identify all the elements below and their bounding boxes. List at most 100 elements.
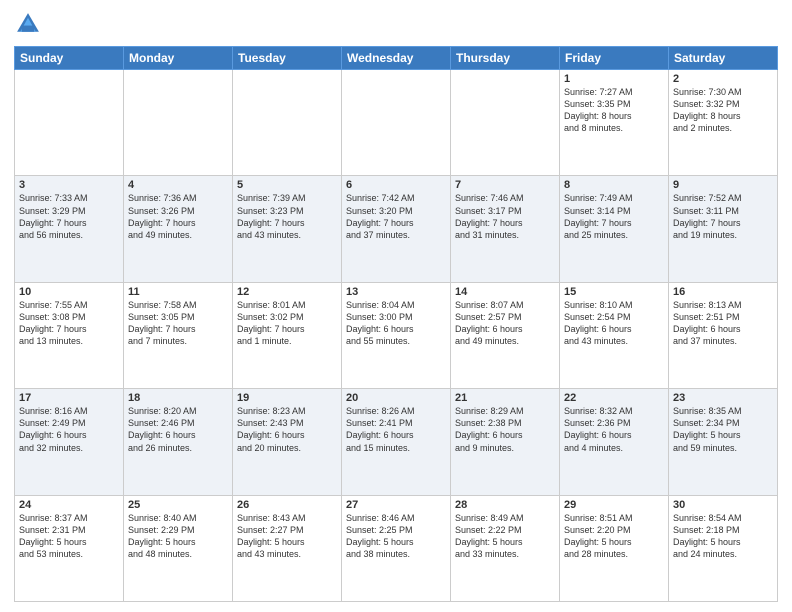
day-info: Sunrise: 8:20 AM Sunset: 2:46 PM Dayligh… xyxy=(128,405,228,454)
page: SundayMondayTuesdayWednesdayThursdayFrid… xyxy=(0,0,792,612)
calendar-cell-1-3: 6Sunrise: 7:42 AM Sunset: 3:20 PM Daylig… xyxy=(342,176,451,282)
day-number: 21 xyxy=(455,392,555,404)
day-info: Sunrise: 7:42 AM Sunset: 3:20 PM Dayligh… xyxy=(346,192,446,241)
calendar-row-4: 24Sunrise: 8:37 AM Sunset: 2:31 PM Dayli… xyxy=(15,495,778,601)
calendar-cell-0-2 xyxy=(233,70,342,176)
day-info: Sunrise: 8:54 AM Sunset: 2:18 PM Dayligh… xyxy=(673,512,773,561)
calendar-cell-4-3: 27Sunrise: 8:46 AM Sunset: 2:25 PM Dayli… xyxy=(342,495,451,601)
calendar-cell-4-1: 25Sunrise: 8:40 AM Sunset: 2:29 PM Dayli… xyxy=(124,495,233,601)
day-info: Sunrise: 8:43 AM Sunset: 2:27 PM Dayligh… xyxy=(237,512,337,561)
day-number: 15 xyxy=(564,286,664,298)
day-number: 30 xyxy=(673,499,773,511)
day-number: 17 xyxy=(19,392,119,404)
day-number: 7 xyxy=(455,179,555,191)
calendar-cell-1-4: 7Sunrise: 7:46 AM Sunset: 3:17 PM Daylig… xyxy=(451,176,560,282)
day-info: Sunrise: 7:33 AM Sunset: 3:29 PM Dayligh… xyxy=(19,192,119,241)
day-info: Sunrise: 8:49 AM Sunset: 2:22 PM Dayligh… xyxy=(455,512,555,561)
day-info: Sunrise: 7:55 AM Sunset: 3:08 PM Dayligh… xyxy=(19,299,119,348)
calendar-row-3: 17Sunrise: 8:16 AM Sunset: 2:49 PM Dayli… xyxy=(15,389,778,495)
weekday-header-friday: Friday xyxy=(560,47,669,70)
day-number: 27 xyxy=(346,499,446,511)
day-number: 4 xyxy=(128,179,228,191)
day-info: Sunrise: 8:37 AM Sunset: 2:31 PM Dayligh… xyxy=(19,512,119,561)
calendar-cell-4-4: 28Sunrise: 8:49 AM Sunset: 2:22 PM Dayli… xyxy=(451,495,560,601)
calendar-cell-1-5: 8Sunrise: 7:49 AM Sunset: 3:14 PM Daylig… xyxy=(560,176,669,282)
day-number: 19 xyxy=(237,392,337,404)
calendar-cell-2-3: 13Sunrise: 8:04 AM Sunset: 3:00 PM Dayli… xyxy=(342,282,451,388)
calendar-header-row: SundayMondayTuesdayWednesdayThursdayFrid… xyxy=(15,47,778,70)
weekday-header-saturday: Saturday xyxy=(669,47,778,70)
day-info: Sunrise: 8:16 AM Sunset: 2:49 PM Dayligh… xyxy=(19,405,119,454)
day-number: 14 xyxy=(455,286,555,298)
day-info: Sunrise: 8:10 AM Sunset: 2:54 PM Dayligh… xyxy=(564,299,664,348)
day-info: Sunrise: 8:04 AM Sunset: 3:00 PM Dayligh… xyxy=(346,299,446,348)
calendar-cell-4-6: 30Sunrise: 8:54 AM Sunset: 2:18 PM Dayli… xyxy=(669,495,778,601)
calendar-cell-4-5: 29Sunrise: 8:51 AM Sunset: 2:20 PM Dayli… xyxy=(560,495,669,601)
calendar-cell-2-2: 12Sunrise: 8:01 AM Sunset: 3:02 PM Dayli… xyxy=(233,282,342,388)
day-number: 12 xyxy=(237,286,337,298)
day-number: 23 xyxy=(673,392,773,404)
day-info: Sunrise: 8:51 AM Sunset: 2:20 PM Dayligh… xyxy=(564,512,664,561)
logo-icon xyxy=(14,10,42,38)
calendar-cell-3-4: 21Sunrise: 8:29 AM Sunset: 2:38 PM Dayli… xyxy=(451,389,560,495)
calendar-cell-4-2: 26Sunrise: 8:43 AM Sunset: 2:27 PM Dayli… xyxy=(233,495,342,601)
calendar-cell-0-1 xyxy=(124,70,233,176)
day-info: Sunrise: 8:40 AM Sunset: 2:29 PM Dayligh… xyxy=(128,512,228,561)
day-info: Sunrise: 7:39 AM Sunset: 3:23 PM Dayligh… xyxy=(237,192,337,241)
day-info: Sunrise: 7:30 AM Sunset: 3:32 PM Dayligh… xyxy=(673,86,773,135)
calendar-cell-0-0 xyxy=(15,70,124,176)
day-info: Sunrise: 7:58 AM Sunset: 3:05 PM Dayligh… xyxy=(128,299,228,348)
day-number: 8 xyxy=(564,179,664,191)
weekday-header-thursday: Thursday xyxy=(451,47,560,70)
day-number: 5 xyxy=(237,179,337,191)
calendar-cell-2-4: 14Sunrise: 8:07 AM Sunset: 2:57 PM Dayli… xyxy=(451,282,560,388)
calendar-row-0: 1Sunrise: 7:27 AM Sunset: 3:35 PM Daylig… xyxy=(15,70,778,176)
day-info: Sunrise: 8:29 AM Sunset: 2:38 PM Dayligh… xyxy=(455,405,555,454)
day-info: Sunrise: 7:49 AM Sunset: 3:14 PM Dayligh… xyxy=(564,192,664,241)
day-number: 22 xyxy=(564,392,664,404)
calendar-cell-3-2: 19Sunrise: 8:23 AM Sunset: 2:43 PM Dayli… xyxy=(233,389,342,495)
day-info: Sunrise: 8:46 AM Sunset: 2:25 PM Dayligh… xyxy=(346,512,446,561)
calendar-row-2: 10Sunrise: 7:55 AM Sunset: 3:08 PM Dayli… xyxy=(15,282,778,388)
calendar-cell-3-6: 23Sunrise: 8:35 AM Sunset: 2:34 PM Dayli… xyxy=(669,389,778,495)
day-info: Sunrise: 8:35 AM Sunset: 2:34 PM Dayligh… xyxy=(673,405,773,454)
day-info: Sunrise: 8:13 AM Sunset: 2:51 PM Dayligh… xyxy=(673,299,773,348)
calendar-cell-0-4 xyxy=(451,70,560,176)
day-info: Sunrise: 7:46 AM Sunset: 3:17 PM Dayligh… xyxy=(455,192,555,241)
logo xyxy=(14,10,46,38)
header xyxy=(14,10,778,38)
day-number: 25 xyxy=(128,499,228,511)
calendar-cell-3-0: 17Sunrise: 8:16 AM Sunset: 2:49 PM Dayli… xyxy=(15,389,124,495)
day-number: 11 xyxy=(128,286,228,298)
day-info: Sunrise: 8:26 AM Sunset: 2:41 PM Dayligh… xyxy=(346,405,446,454)
day-number: 20 xyxy=(346,392,446,404)
calendar-cell-1-6: 9Sunrise: 7:52 AM Sunset: 3:11 PM Daylig… xyxy=(669,176,778,282)
calendar-cell-2-5: 15Sunrise: 8:10 AM Sunset: 2:54 PM Dayli… xyxy=(560,282,669,388)
calendar-cell-1-2: 5Sunrise: 7:39 AM Sunset: 3:23 PM Daylig… xyxy=(233,176,342,282)
day-info: Sunrise: 7:36 AM Sunset: 3:26 PM Dayligh… xyxy=(128,192,228,241)
day-info: Sunrise: 8:32 AM Sunset: 2:36 PM Dayligh… xyxy=(564,405,664,454)
calendar-table: SundayMondayTuesdayWednesdayThursdayFrid… xyxy=(14,46,778,602)
calendar-cell-1-1: 4Sunrise: 7:36 AM Sunset: 3:26 PM Daylig… xyxy=(124,176,233,282)
weekday-header-sunday: Sunday xyxy=(15,47,124,70)
day-number: 13 xyxy=(346,286,446,298)
day-number: 2 xyxy=(673,73,773,85)
day-number: 10 xyxy=(19,286,119,298)
day-info: Sunrise: 8:23 AM Sunset: 2:43 PM Dayligh… xyxy=(237,405,337,454)
day-number: 26 xyxy=(237,499,337,511)
day-number: 9 xyxy=(673,179,773,191)
weekday-header-monday: Monday xyxy=(124,47,233,70)
calendar-row-1: 3Sunrise: 7:33 AM Sunset: 3:29 PM Daylig… xyxy=(15,176,778,282)
day-number: 24 xyxy=(19,499,119,511)
calendar-cell-1-0: 3Sunrise: 7:33 AM Sunset: 3:29 PM Daylig… xyxy=(15,176,124,282)
day-number: 3 xyxy=(19,179,119,191)
calendar-cell-0-3 xyxy=(342,70,451,176)
day-info: Sunrise: 8:07 AM Sunset: 2:57 PM Dayligh… xyxy=(455,299,555,348)
calendar-cell-0-6: 2Sunrise: 7:30 AM Sunset: 3:32 PM Daylig… xyxy=(669,70,778,176)
calendar-cell-2-6: 16Sunrise: 8:13 AM Sunset: 2:51 PM Dayli… xyxy=(669,282,778,388)
day-info: Sunrise: 8:01 AM Sunset: 3:02 PM Dayligh… xyxy=(237,299,337,348)
calendar-cell-2-1: 11Sunrise: 7:58 AM Sunset: 3:05 PM Dayli… xyxy=(124,282,233,388)
day-number: 18 xyxy=(128,392,228,404)
weekday-header-tuesday: Tuesday xyxy=(233,47,342,70)
calendar-cell-2-0: 10Sunrise: 7:55 AM Sunset: 3:08 PM Dayli… xyxy=(15,282,124,388)
